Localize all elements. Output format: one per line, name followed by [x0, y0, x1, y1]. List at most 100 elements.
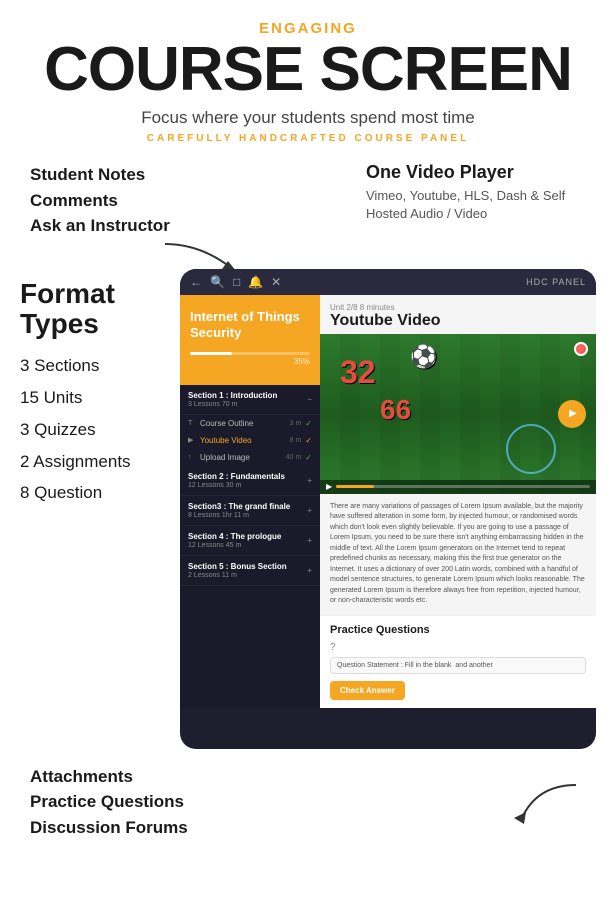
item-youtube-check: ✓: [305, 436, 312, 445]
fill-blank-row: Question Statement : Fill in the blank a…: [330, 657, 586, 674]
bell-icon[interactable]: 🔔: [248, 275, 263, 289]
practice-title: Practice Questions: [330, 624, 586, 636]
format-types-heading: FormatTypes: [20, 279, 175, 341]
panel-body: Internet of Things Security 35% Section …: [180, 295, 596, 708]
progress-fill: [190, 352, 232, 355]
bottom-features-text: AttachmentsPractice QuestionsDiscussion …: [30, 764, 188, 841]
question-statement: Question Statement : Fill in the blank: [337, 662, 451, 669]
stat-sections: 3 Sections: [20, 354, 175, 378]
section-5-meta: 2 Lessons 11 m: [188, 572, 287, 579]
video-field: 32 66 ⚽: [320, 334, 596, 494]
content-body: There are many variations of passages of…: [320, 494, 596, 615]
hdc-label: HDC PANEL: [526, 277, 586, 287]
progress-bar-fill: [336, 485, 374, 488]
progress-text: 35%: [190, 357, 310, 366]
bottom-features: AttachmentsPractice QuestionsDiscussion …: [30, 764, 188, 841]
progress-bar-video[interactable]: [336, 485, 590, 488]
feature-right: One Video Player Vimeo, Youtube, HLS, Da…: [366, 162, 586, 223]
search-icon[interactable]: 🔍: [210, 275, 225, 289]
bottom-arrow-area: [506, 780, 586, 840]
section-1-meta: 3 Lessons 70 m: [188, 401, 277, 408]
bottom-section: AttachmentsPractice QuestionsDiscussion …: [20, 764, 596, 841]
sidebar-section-4: Section 4 : The prologue 12 Lessons 45 m…: [180, 526, 320, 556]
section-2-meta: 12 Lessons 30 m: [188, 482, 285, 489]
features-row: Student NotesCommentsAsk an Instructor O…: [20, 162, 596, 239]
sidebar-item-youtube[interactable]: ▶ Youtube Video 8 m ✓: [180, 432, 320, 449]
content-header: Unit 2/8 8 minutes Youtube Video: [320, 295, 596, 334]
sidebar-item-outline[interactable]: T Course Outline 3 m ✓: [180, 415, 320, 432]
panel-sidebar: Internet of Things Security 35% Section …: [180, 295, 320, 708]
sidebar-course-header: Internet of Things Security 35%: [180, 295, 320, 385]
section-3-expand[interactable]: +: [307, 506, 312, 515]
item-upload-label: Upload Image: [200, 453, 282, 462]
content-title: Youtube Video: [330, 312, 586, 330]
video-play-button[interactable]: [558, 400, 586, 428]
section-3-title: Section3 : The grand finale: [188, 502, 290, 511]
item-upload-duration: 40 m: [286, 454, 302, 461]
sidebar-section-3: Section3 : The grand finale 8 Lessons 1h…: [180, 496, 320, 526]
practice-question: ?: [330, 642, 586, 653]
section-5-title: Section 5 : Bonus Section: [188, 562, 287, 571]
progress-bar: [190, 352, 310, 355]
section-4-expand[interactable]: +: [307, 536, 312, 545]
content-body-text: There are many variations of passages of…: [330, 502, 586, 607]
player-66: 66: [380, 394, 411, 426]
panel-content: Unit 2/8 8 minutes Youtube Video 32 66 ⚽: [320, 295, 596, 708]
video-container[interactable]: 32 66 ⚽ ▶: [320, 334, 596, 494]
subtitle: Focus where your students spend most tim…: [20, 108, 596, 128]
text-icon: T: [188, 420, 196, 427]
feature-right-title: One Video Player: [366, 162, 586, 183]
item-outline-duration: 3 m: [290, 420, 302, 427]
course-panel: ← 🔍 □ 🔔 ✕ HDC PANEL Internet of Things S…: [180, 269, 596, 749]
player-yellow: ⚽: [410, 344, 437, 370]
panel-topbar: ← 🔍 □ 🔔 ✕ HDC PANEL: [180, 269, 596, 295]
section-1-collapse[interactable]: −: [307, 395, 312, 404]
sidebar-course-title: Internet of Things Security: [190, 309, 310, 343]
section-2-expand[interactable]: +: [307, 476, 312, 485]
bookmark-icon[interactable]: □: [233, 275, 240, 289]
upload-icon: ↑: [188, 454, 196, 461]
video-icon: ▶: [188, 436, 196, 444]
bottom-arrow-icon: [506, 780, 586, 835]
section-4-meta: 12 Lessons 45 m: [188, 542, 281, 549]
sidebar-section-1: Section 1 : Introduction 3 Lessons 70 m …: [180, 385, 320, 415]
player-32: 32: [340, 354, 376, 391]
main-content: FormatTypes 3 Sections 15 Units 3 Quizze…: [20, 269, 596, 749]
section-5-expand[interactable]: +: [307, 566, 312, 575]
item-outline-label: Course Outline: [200, 419, 286, 428]
check-answer-button[interactable]: Check Answer: [330, 681, 405, 700]
item-youtube-duration: 8 m: [290, 437, 302, 444]
question-suffix: and another: [455, 662, 492, 669]
stat-quizzes: 3 Quizzes: [20, 418, 175, 442]
header-section: ENGAGING COURSE SCREEN Focus where your …: [20, 20, 596, 144]
sidebar-section-2: Section 2 : Fundamentals 12 Lessons 30 m…: [180, 466, 320, 496]
unit-label: Unit 2/8 8 minutes: [330, 303, 586, 312]
sidebar-section-5: Section 5 : Bonus Section 2 Lessons 11 m…: [180, 556, 320, 586]
record-dot: [574, 342, 588, 356]
section-1-title: Section 1 : Introduction: [188, 391, 277, 400]
left-stats: FormatTypes 3 Sections 15 Units 3 Quizze…: [20, 269, 175, 514]
video-controls: ▶: [320, 480, 596, 494]
question-icon: ?: [330, 642, 336, 653]
section-4-title: Section 4 : The prologue: [188, 532, 281, 541]
arrow-area: [100, 239, 596, 269]
feature-left-text: Student NotesCommentsAsk an Instructor: [30, 162, 170, 239]
handcrafted-label: CAREFULLY HANDCRAFTED COURSE PANEL: [20, 133, 596, 144]
stat-assignments: 2 Assignments: [20, 450, 175, 474]
item-outline-check: ✓: [305, 419, 312, 428]
section-2-title: Section 2 : Fundamentals: [188, 472, 285, 481]
circle-indicator: [506, 424, 556, 474]
section-3-meta: 8 Lessons 1hr 11 m: [188, 512, 290, 519]
item-youtube-label: Youtube Video: [200, 436, 286, 445]
stat-questions: 8 Question: [20, 481, 175, 505]
practice-section: Practice Questions ? Question Statement …: [320, 615, 596, 708]
stat-units: 15 Units: [20, 386, 175, 410]
play-icon[interactable]: ▶: [326, 482, 332, 491]
feature-left: Student NotesCommentsAsk an Instructor: [30, 162, 170, 239]
back-icon[interactable]: ←: [190, 275, 202, 289]
sidebar-item-upload[interactable]: ↑ Upload Image 40 m ✓: [180, 449, 320, 466]
page-title: COURSE SCREEN: [20, 37, 596, 102]
close-icon[interactable]: ✕: [271, 275, 281, 289]
page-wrapper: ENGAGING COURSE SCREEN Focus where your …: [0, 0, 616, 900]
item-upload-check: ✓: [305, 453, 312, 462]
